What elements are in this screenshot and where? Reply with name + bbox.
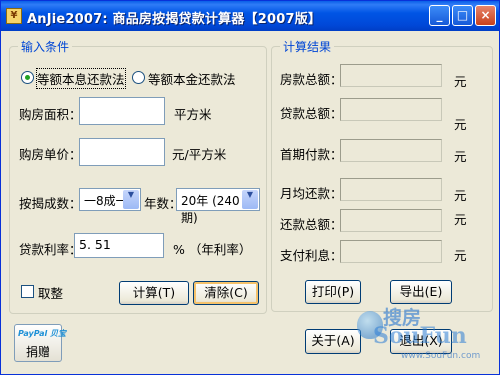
ratio-label: 按揭成数： <box>19 196 82 211</box>
equal-installment-label[interactable]: 等额本息还款法 <box>36 68 126 89</box>
ratio-select-value: 一8成一 <box>84 194 128 208</box>
price-label: 购房单价： <box>19 147 82 162</box>
clear-button[interactable]: 清除(C) <box>193 281 259 305</box>
result-unit-house-total: 元 <box>454 74 467 89</box>
ratio-select[interactable]: 一8成一 ▼ <box>79 188 141 211</box>
result-label-repay-total: 还款总额： <box>280 217 343 232</box>
paypal-logo-text: PayPal <box>18 329 48 338</box>
result-label-monthly-payment: 月均还款： <box>280 186 343 201</box>
watermark-url: www.SouFun.com <box>401 351 481 361</box>
round-label[interactable]: 取整 <box>38 283 63 302</box>
rate-unit: % （年利率） <box>173 242 252 257</box>
paypal-logo: PayPal 贝宝 <box>18 328 66 339</box>
price-unit: 元/平方米 <box>172 147 227 162</box>
calculate-button[interactable]: 计算(T) <box>119 281 189 305</box>
result-unit-repay-total: 元 <box>454 212 467 227</box>
result-unit-monthly-payment: 元 <box>454 188 467 203</box>
close-button[interactable]: × <box>475 5 496 26</box>
maximize-button[interactable]: □ <box>452 5 473 26</box>
title-bar[interactable]: ¥ AnJie2007: 商品房按揭贷款计算器【2007版】 _ □ × <box>1 1 499 31</box>
result-field-loan-total <box>340 98 442 121</box>
input-group-title: 输入条件 <box>18 38 73 55</box>
area-input[interactable] <box>79 97 165 125</box>
donate-label: 捐赠 <box>25 345 50 359</box>
paypal-donate-button[interactable]: PayPal 贝宝 捐赠 <box>14 324 66 362</box>
equal-principal-label[interactable]: 等额本金还款法 <box>148 69 236 88</box>
round-checkbox[interactable] <box>21 285 34 298</box>
watermark-en: SouFun <box>373 323 467 349</box>
minimize-button[interactable]: _ <box>429 5 450 26</box>
window-title: AnJie2007: 商品房按揭贷款计算器【2007版】 <box>27 12 322 27</box>
app-window: ¥ AnJie2007: 商品房按揭贷款计算器【2007版】 _ □ × 输入条… <box>0 0 500 375</box>
result-field-house-total <box>340 64 442 87</box>
area-unit: 平方米 <box>174 107 212 122</box>
result-unit-interest: 元 <box>454 248 467 263</box>
result-label-loan-total: 贷款总额： <box>280 106 343 121</box>
price-input[interactable] <box>79 138 165 166</box>
result-field-monthly-payment <box>340 178 442 201</box>
equal-principal-radio[interactable] <box>132 71 145 84</box>
chevron-down-icon[interactable]: ▼ <box>242 190 258 209</box>
result-label-house-total: 房款总额： <box>280 72 343 87</box>
result-field-down-payment <box>340 139 442 162</box>
result-field-repay-total <box>340 209 442 232</box>
result-unit-loan-total: 元 <box>454 117 467 132</box>
about-button[interactable]: 关于(A) <box>305 329 361 354</box>
equal-installment-radio[interactable] <box>21 71 34 84</box>
export-button[interactable]: 导出(E) <box>390 280 452 304</box>
chevron-down-icon[interactable]: ▼ <box>123 190 139 209</box>
rate-input[interactable]: 5. 51 <box>74 233 164 258</box>
result-field-interest <box>340 240 442 263</box>
paypal-logo-cn: 贝宝 <box>50 329 67 338</box>
result-label-down-payment: 首期付款： <box>280 147 343 162</box>
years-select[interactable]: 20年 (240期) ▼ <box>176 188 260 225</box>
area-label: 购房面积： <box>19 107 82 122</box>
calculator-icon: ¥ <box>6 8 22 24</box>
rate-label: 贷款利率： <box>19 242 82 257</box>
result-label-interest: 支付利息： <box>280 248 343 263</box>
result-unit-down-payment: 元 <box>454 149 467 164</box>
results-group-title: 计算结果 <box>280 38 335 55</box>
print-button[interactable]: 打印(P) <box>305 280 361 304</box>
